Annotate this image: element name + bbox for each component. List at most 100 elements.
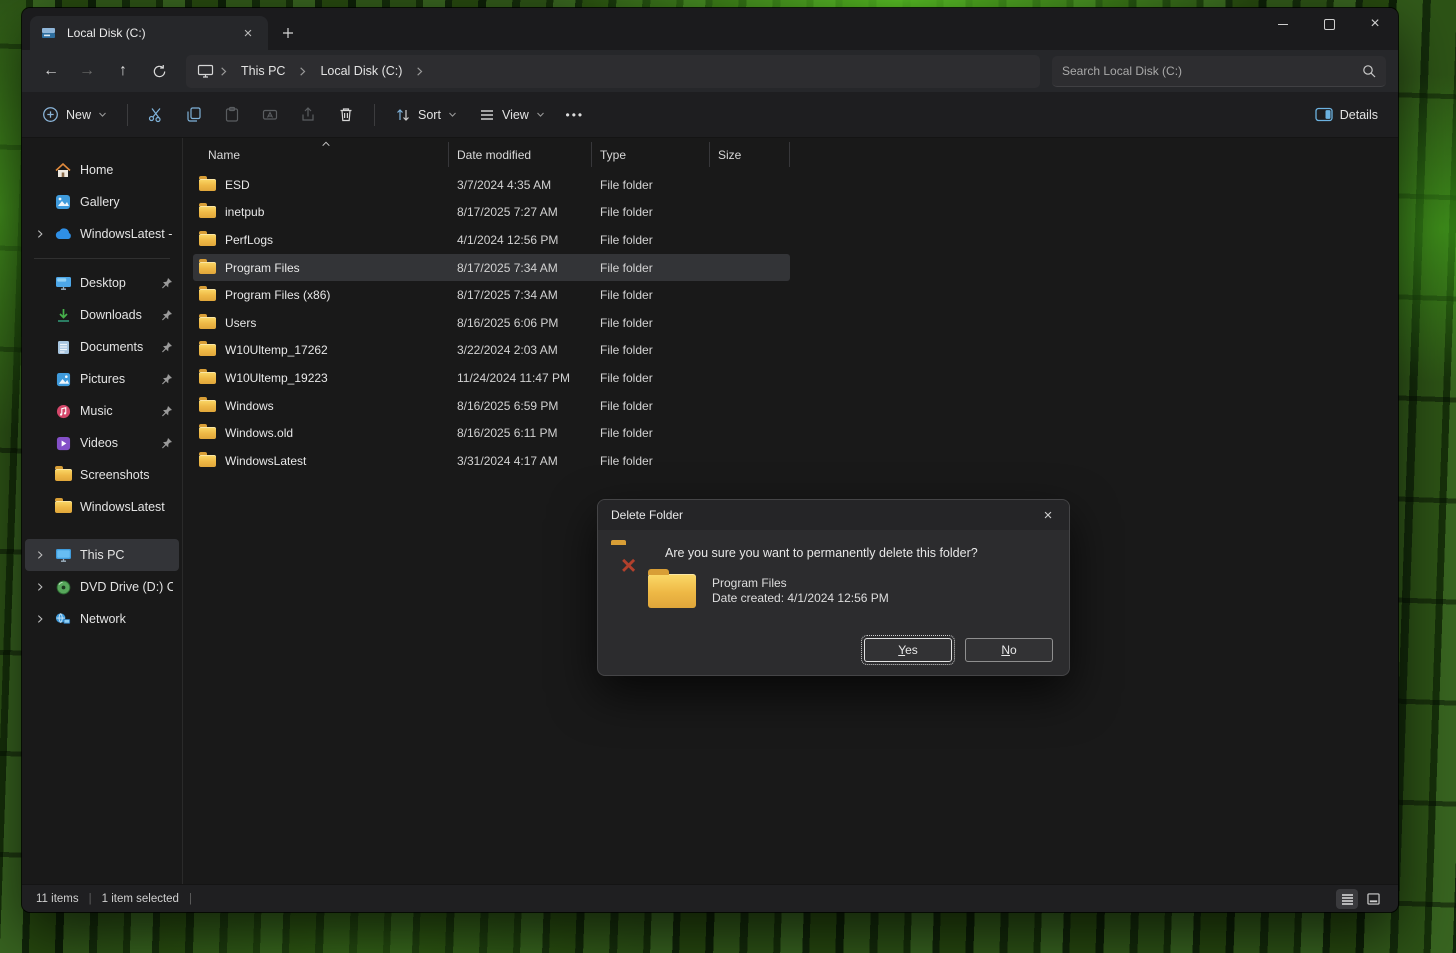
folder-icon — [648, 574, 696, 608]
column-label: Type — [600, 148, 626, 162]
folder-icon — [54, 469, 72, 481]
up-button[interactable] — [106, 55, 140, 87]
sidebar-item-dvd-drive[interactable]: DVD Drive (D:) CCC — [25, 571, 179, 603]
sidebar-item-music[interactable]: Music — [25, 395, 179, 427]
sort-button[interactable]: Sort — [385, 98, 467, 132]
forward-button[interactable] — [70, 55, 104, 87]
table-row[interactable]: Users 8/16/2025 6:06 PM File folder — [193, 309, 790, 337]
search-input[interactable] — [1062, 64, 1362, 78]
sidebar-item-network[interactable]: Network — [25, 603, 179, 635]
share-button[interactable] — [290, 98, 326, 132]
type-cell: File folder — [592, 233, 710, 247]
sidebar-item-home[interactable]: Home — [25, 154, 179, 186]
sidebar-item-gallery[interactable]: Gallery — [25, 186, 179, 218]
chevron-right-icon[interactable] — [297, 66, 308, 77]
table-row[interactable]: inetpub 8/17/2025 7:27 AM File folder — [193, 199, 790, 227]
command-toolbar: New Sort — [22, 92, 1398, 138]
name-cell: ESD — [193, 178, 449, 192]
more-options-button[interactable] — [557, 98, 593, 132]
onedrive-cloud-icon — [54, 228, 72, 240]
folder-icon — [199, 427, 216, 439]
close-button[interactable] — [1352, 8, 1398, 40]
large-icons-view-icon[interactable] — [1362, 889, 1384, 909]
dialog-close-icon[interactable] — [1027, 500, 1069, 530]
table-row[interactable]: Program Files (x86) 8/17/2025 7:34 AM Fi… — [193, 281, 790, 309]
yes-button[interactable]: Yes — [864, 638, 952, 662]
table-row[interactable]: WindowsLatest 3/31/2024 4:17 AM File fol… — [193, 447, 790, 475]
pictures-icon — [54, 372, 72, 387]
details-pane-button[interactable]: Details — [1305, 98, 1388, 132]
type-cell: File folder — [592, 371, 710, 385]
cut-button[interactable] — [138, 98, 174, 132]
column-header-date-modified[interactable]: Date modified — [449, 142, 592, 167]
minimize-button[interactable] — [1260, 8, 1306, 40]
new-button[interactable]: New — [32, 98, 117, 132]
date-cell: 3/7/2024 4:35 AM — [449, 178, 592, 192]
chevron-right-icon[interactable] — [33, 229, 46, 239]
column-header-size[interactable]: Size — [710, 142, 790, 167]
column-header-type[interactable]: Type — [592, 142, 710, 167]
delete-button[interactable] — [328, 98, 364, 132]
sidebar-item-pictures[interactable]: Pictures — [25, 363, 179, 395]
paste-button[interactable] — [214, 98, 250, 132]
date-cell: 8/17/2025 7:27 AM — [449, 205, 592, 219]
table-row[interactable]: PerfLogs 4/1/2024 12:56 PM File folder — [193, 226, 790, 254]
chevron-right-icon[interactable] — [33, 582, 46, 592]
no-button[interactable]: No — [965, 638, 1053, 662]
sidebar-item-videos[interactable]: Videos — [25, 427, 179, 459]
list-view-icon[interactable] — [1336, 889, 1358, 909]
sidebar-item-this-pc[interactable]: This PC — [25, 539, 179, 571]
videos-icon — [54, 436, 72, 451]
column-header-name[interactable]: Name — [193, 142, 449, 167]
table-row[interactable]: ESD 3/7/2024 4:35 AM File folder — [193, 171, 790, 199]
date-cell: 11/24/2024 11:47 PM — [449, 371, 592, 385]
details-pane-icon — [1315, 107, 1333, 122]
table-row[interactable]: Windows.old 8/16/2025 6:11 PM File folde… — [193, 419, 790, 447]
search-icon[interactable] — [1362, 64, 1376, 78]
refresh-button[interactable] — [142, 55, 176, 87]
sidebar-item-windowslatest[interactable]: WindowsLatest — [25, 491, 179, 523]
chevron-right-icon[interactable] — [414, 66, 425, 77]
rename-button[interactable] — [252, 98, 288, 132]
dialog-item-text: Program Files Date created: 4/1/2024 12:… — [712, 574, 889, 606]
folder-icon — [199, 206, 216, 218]
sidebar-item-desktop[interactable]: Desktop — [25, 267, 179, 299]
name-cell: Program Files — [193, 261, 449, 275]
chevron-right-icon[interactable] — [33, 614, 46, 624]
sort-ascending-icon — [321, 140, 331, 148]
back-button[interactable] — [34, 55, 68, 87]
sidebar-item-documents[interactable]: Documents — [25, 331, 179, 363]
sidebar-item-label: Screenshots — [80, 468, 173, 482]
copy-button[interactable] — [176, 98, 212, 132]
file-explorer-window: Local Disk (C:) This PC — [22, 8, 1398, 912]
folder-icon — [199, 262, 216, 274]
table-row[interactable]: Windows 8/16/2025 6:59 PM File folder — [193, 392, 790, 420]
table-row[interactable]: W10Ultemp_19223 11/24/2024 11:47 PM File… — [193, 364, 790, 392]
view-button[interactable]: View — [469, 98, 555, 132]
column-label: Size — [718, 148, 741, 162]
sidebar-item-label: DVD Drive (D:) CCC — [80, 580, 173, 594]
search-box — [1052, 56, 1386, 87]
table-row[interactable]: W10Ultemp_17262 3/22/2024 2:03 AM File f… — [193, 337, 790, 365]
sidebar-item-onedrive[interactable]: WindowsLatest - Pe — [25, 218, 179, 250]
tab-close-icon[interactable] — [238, 23, 258, 43]
home-icon — [54, 163, 72, 178]
dialog-title: Delete Folder — [611, 508, 1027, 522]
date-cell: 8/16/2025 6:06 PM — [449, 316, 592, 330]
tab-local-disk[interactable]: Local Disk (C:) — [30, 16, 268, 50]
pin-icon — [161, 309, 173, 321]
breadcrumb-local-disk[interactable]: Local Disk (C:) — [312, 64, 410, 78]
sidebar-item-downloads[interactable]: Downloads — [25, 299, 179, 331]
date-cell: 8/17/2025 7:34 AM — [449, 288, 592, 302]
sidebar-item-screenshots[interactable]: Screenshots — [25, 459, 179, 491]
type-cell: File folder — [592, 261, 710, 275]
this-pc-icon[interactable] — [196, 64, 214, 78]
sidebar-item-label: Desktop — [80, 276, 153, 290]
table-row-selected[interactable]: Program Files 8/17/2025 7:34 AM File fol… — [193, 254, 790, 282]
navigation-sidebar: Home Gallery WindowsLatest - Pe — [22, 138, 182, 884]
maximize-button[interactable] — [1306, 8, 1352, 40]
breadcrumb-this-pc[interactable]: This PC — [233, 64, 293, 78]
sort-arrows-icon — [395, 107, 411, 123]
new-tab-button[interactable] — [274, 19, 302, 47]
chevron-right-icon[interactable] — [33, 550, 46, 560]
